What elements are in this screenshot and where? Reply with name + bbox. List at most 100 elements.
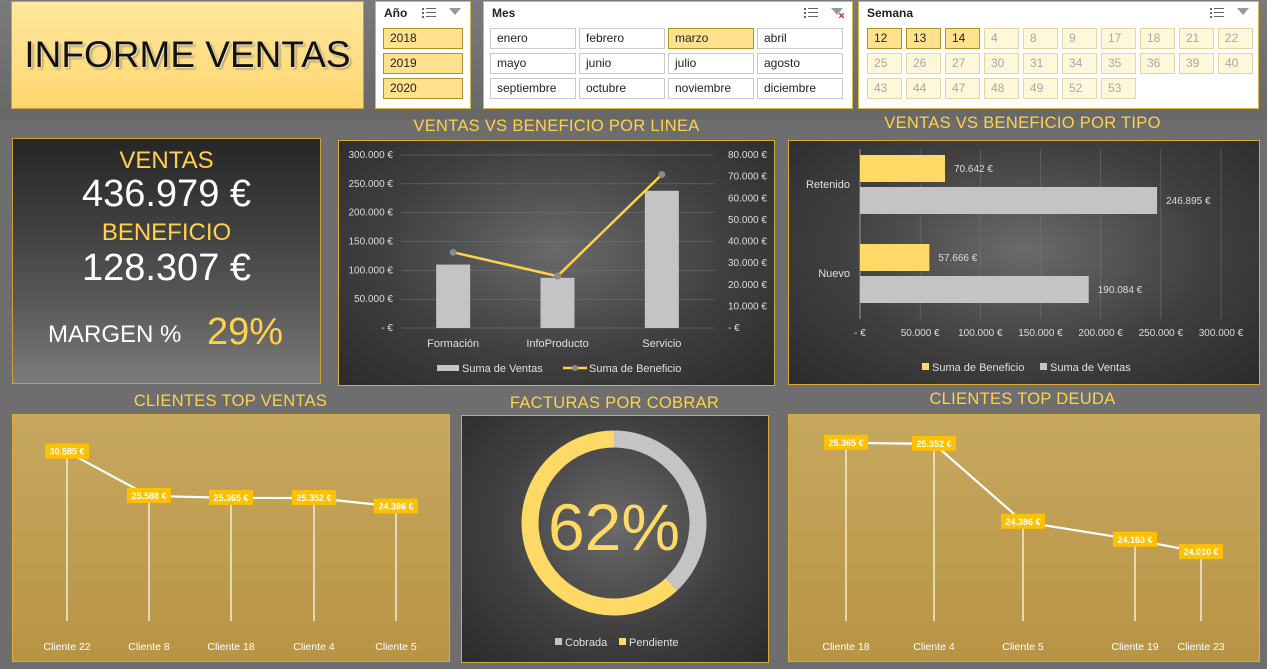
legend-ventas-label: Suma de Ventas — [462, 363, 543, 375]
month-item-mayo[interactable]: mayo — [490, 53, 576, 74]
month-item-junio[interactable]: junio — [579, 53, 665, 74]
legend-pendiente-label: Pendiente — [629, 637, 679, 649]
clear-filter-icon[interactable] — [830, 7, 844, 19]
beneficio-bar — [860, 244, 930, 271]
y-right-tick: 50.000 € — [728, 215, 767, 226]
beneficio-bar — [860, 155, 946, 182]
data-label: 24.163 € — [1117, 535, 1152, 545]
week-item-21[interactable]: 21 — [1179, 28, 1214, 49]
week-item-47[interactable]: 47 — [945, 78, 980, 99]
data-label: 25.365 € — [828, 438, 863, 448]
week-item-22[interactable]: 22 — [1218, 28, 1253, 49]
beneficio-point — [658, 170, 666, 178]
month-item-abril[interactable]: abril — [757, 28, 843, 49]
week-item-39[interactable]: 39 — [1179, 53, 1214, 74]
week-item-13[interactable]: 13 — [906, 28, 941, 49]
x-category-label: Cliente 4 — [913, 641, 955, 653]
y-left-tick: 150.000 € — [349, 237, 394, 248]
legend-beneficio-label: Suma de Beneficio — [589, 363, 681, 375]
week-item-52[interactable]: 52 — [1062, 78, 1097, 99]
week-item-14[interactable]: 14 — [945, 28, 980, 49]
month-item-marzo[interactable]: marzo — [668, 28, 754, 49]
week-item-30[interactable]: 30 — [984, 53, 1019, 74]
week-item-35[interactable]: 35 — [1101, 53, 1136, 74]
y-right-tick: 70.000 € — [728, 172, 767, 183]
month-item-septiembre[interactable]: septiembre — [490, 78, 576, 99]
month-item-octubre[interactable]: octubre — [579, 78, 665, 99]
beneficio-value: 128.307 € — [81, 247, 252, 289]
y-right-tick: 20.000 € — [728, 280, 767, 291]
top-deuda-panel: 25.365 € Cliente 18 25.352 € Cliente 4 24.38… — [788, 414, 1260, 662]
clear-filter-icon[interactable] — [448, 7, 462, 19]
data-label: 25.588 € — [131, 491, 166, 501]
y-left-tick: 300.000 € — [349, 150, 394, 161]
month-item-agosto[interactable]: agosto — [757, 53, 843, 74]
multi-select-icon[interactable] — [422, 7, 436, 19]
multi-select-icon[interactable] — [1210, 7, 1224, 19]
week-item-43[interactable]: 43 — [867, 78, 902, 99]
x-category-label: Cliente 22 — [43, 641, 90, 653]
week-item-27[interactable]: 27 — [945, 53, 980, 74]
legend-cobrada-swatch — [555, 638, 562, 645]
y-left-tick: 100.000 € — [349, 265, 394, 276]
year-item-2020[interactable]: 2020 — [383, 78, 463, 99]
legend-beneficio-label: Suma de Beneficio — [932, 362, 1024, 374]
x-category-label: Cliente 23 — [1177, 641, 1224, 653]
beneficio-label: BENEFICIO — [101, 219, 232, 246]
month-slicer-title: Mes — [492, 6, 516, 20]
ventas-bar — [860, 187, 1158, 214]
month-item-julio[interactable]: julio — [668, 53, 754, 74]
legend-pendiente-swatch — [619, 638, 626, 645]
legend-ventas-swatch — [1040, 363, 1047, 370]
ventas-value: 436.979 € — [81, 173, 252, 215]
y-category-label: Nuevo — [818, 268, 850, 280]
week-item-44[interactable]: 44 — [906, 78, 941, 99]
month-item-enero[interactable]: enero — [490, 28, 576, 49]
y-right-tick: 30.000 € — [728, 258, 767, 269]
month-item-febrero[interactable]: febrero — [579, 28, 665, 49]
top-deuda-chart: 25.365 € Cliente 18 25.352 € Cliente 4 24.38… — [822, 434, 1225, 653]
clear-filter-icon[interactable] — [1236, 7, 1250, 19]
week-item-18[interactable]: 18 — [1140, 28, 1175, 49]
year-item-2019[interactable]: 2019 — [383, 53, 463, 74]
x-category-label: InfoProducto — [526, 338, 588, 350]
week-item-17[interactable]: 17 — [1101, 28, 1136, 49]
month-slicer: Mes enero febrero marzo abril mayo junio julio… — [483, 1, 853, 109]
x-category-label: Cliente 8 — [128, 641, 170, 653]
facturas-panel: 62% Cobrada Pendiente — [461, 415, 769, 663]
week-item-9[interactable]: 9 — [1062, 28, 1097, 49]
ventas-label: VENTAS — [119, 147, 214, 174]
week-item-8[interactable]: 8 — [1023, 28, 1058, 49]
week-item-34[interactable]: 34 — [1062, 53, 1097, 74]
data-label: 30.585 € — [49, 447, 84, 457]
linea-chart-title: VENTAS VS BENEFICIO POR LINEA — [413, 117, 700, 135]
month-item-noviembre[interactable]: noviembre — [668, 78, 754, 99]
x-tick: - € — [854, 328, 866, 339]
x-tick: 300.000 € — [1199, 328, 1244, 339]
week-item-4[interactable]: 4 — [984, 28, 1019, 49]
week-item-40[interactable]: 40 — [1218, 53, 1253, 74]
week-item-25[interactable]: 25 — [867, 53, 902, 74]
top-ventas-title: CLIENTES TOP VENTAS — [133, 392, 328, 410]
y-left-tick: 50.000 € — [354, 294, 393, 305]
week-item-53[interactable]: 53 — [1101, 78, 1136, 99]
ventas-bar — [644, 190, 679, 328]
y-right-tick: 60.000 € — [728, 193, 767, 204]
ventas-bar — [860, 276, 1089, 303]
x-category-label: Cliente 18 — [822, 641, 869, 653]
month-item-diciembre[interactable]: diciembre — [757, 78, 843, 99]
y-left-tick: 250.000 € — [349, 179, 394, 190]
linea-chart-panel: 300.000 € 250.000 € 200.000 € 150.000 € 100.… — [338, 140, 775, 386]
week-item-12[interactable]: 12 — [867, 28, 902, 49]
week-item-26[interactable]: 26 — [906, 53, 941, 74]
week-item-49[interactable]: 49 — [1023, 78, 1058, 99]
week-item-36[interactable]: 36 — [1140, 53, 1175, 74]
year-slicer-title: Año — [384, 6, 408, 20]
month-slicer-header: Mes — [484, 2, 852, 24]
multi-select-icon[interactable] — [804, 7, 818, 19]
year-item-2018[interactable]: 2018 — [383, 28, 463, 49]
week-item-31[interactable]: 31 — [1023, 53, 1058, 74]
week-item-48[interactable]: 48 — [984, 78, 1019, 99]
legend-beneficio-swatch — [922, 363, 929, 370]
x-category-label: Cliente 4 — [293, 641, 335, 653]
